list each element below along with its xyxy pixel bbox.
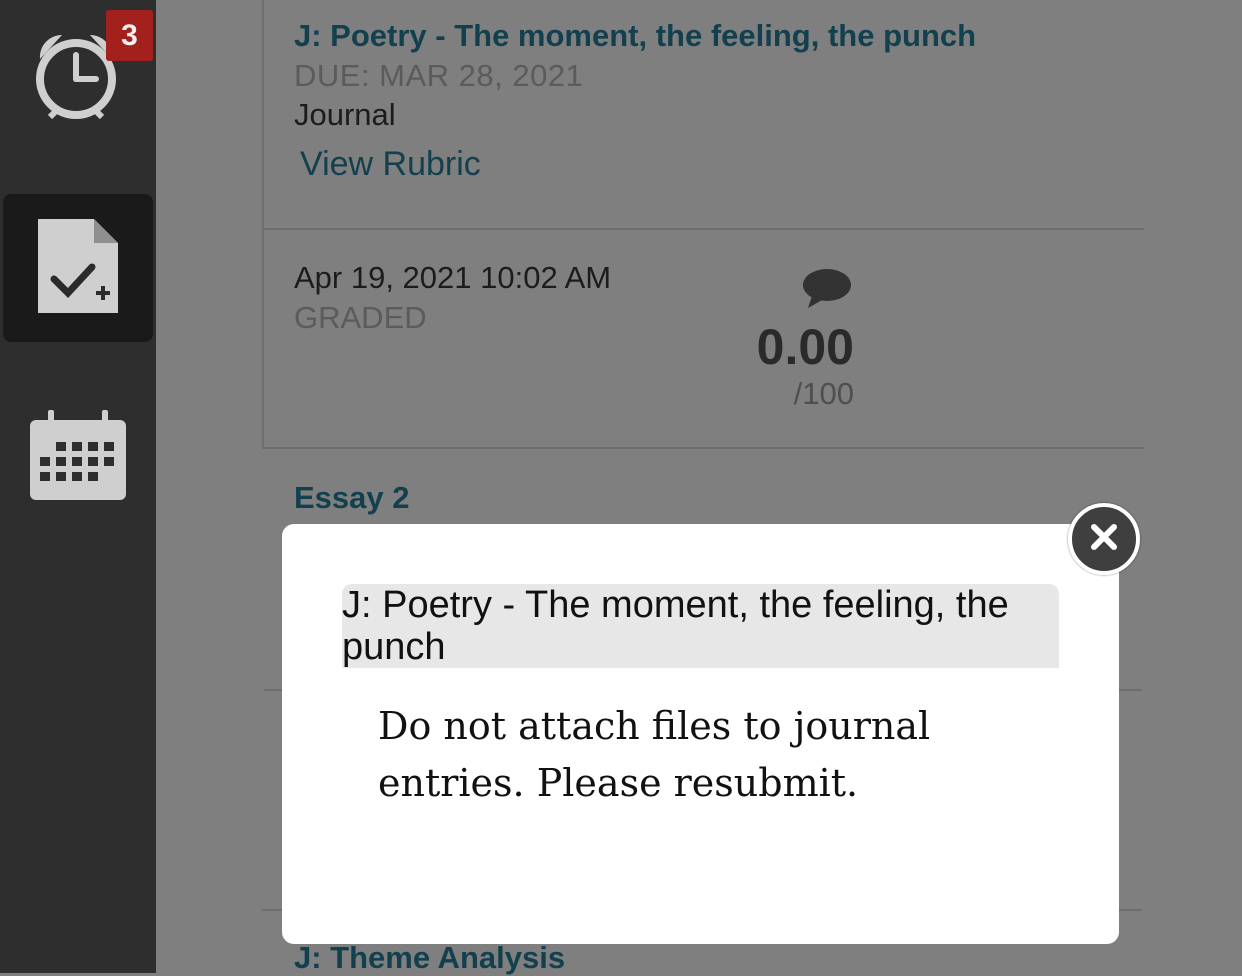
sidebar-item-assignments[interactable] [3,194,153,342]
assignment-card: J: Poetry - The moment, the feeling, the… [262,0,1144,230]
assignment-title-link[interactable]: J: Theme Analysis [294,940,565,976]
alerts-count-badge: 3 [106,10,153,61]
assignment-check-icon [38,218,118,318]
close-icon [1088,521,1120,558]
sidebar: 3 [0,0,156,973]
calendar-icon [28,409,128,507]
sidebar-item-calendar[interactable] [3,384,153,532]
submission-max-score: /100 [793,376,854,411]
submission-score: 0.00 [756,319,854,375]
submission-row[interactable]: Apr 19, 2021 10:02 AM GRADED 0.00 /100 [262,230,1144,449]
assignment-title-link[interactable]: J: Poetry - The moment, the feeling, the… [294,18,976,54]
submission-status: GRADED [294,300,427,335]
submission-date: Apr 19, 2021 10:02 AM [294,260,612,295]
close-button[interactable] [1068,503,1140,575]
assignment-title-link[interactable]: Essay 2 [294,480,410,516]
comment-icon[interactable] [802,268,852,315]
view-rubric-link[interactable]: View Rubric [300,145,481,184]
modal-message: Do not attach files to journal entries. … [378,704,931,805]
assignment-due-date: DUE: MAR 28, 2021 [294,58,584,93]
modal-title: J: Poetry - The moment, the feeling, the… [342,584,1059,668]
feedback-modal: J: Poetry - The moment, the feeling, the… [282,524,1119,944]
assignment-type: Journal [294,97,396,132]
